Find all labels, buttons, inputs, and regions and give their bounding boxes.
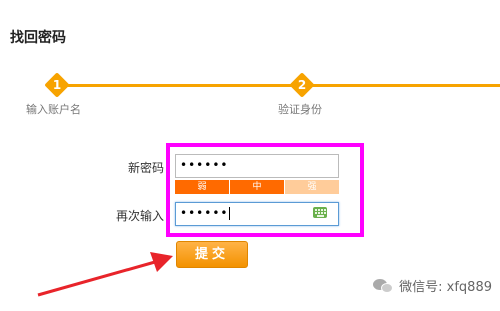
confirm-password-label: 再次输入 — [116, 209, 165, 223]
step-2-number: 2 — [297, 78, 307, 92]
page-title: 找回密码 — [10, 30, 66, 46]
progress-line — [57, 84, 500, 87]
strength-weak: 弱 — [175, 180, 230, 194]
keyboard-icon[interactable] — [313, 207, 327, 218]
watermark-text: 微信号: xfq889 — [399, 280, 492, 295]
step-1-number: 1 — [52, 78, 62, 92]
step-1-marker: 1 — [44, 72, 70, 98]
step-2-marker: 2 — [289, 72, 315, 98]
password-strength-meter: 弱 中 强 — [175, 180, 339, 194]
confirm-password-value: •••••• — [180, 206, 229, 220]
strength-medium: 中 — [230, 180, 285, 194]
strength-strong: 强 — [285, 180, 339, 194]
new-password-input[interactable]: •••••• — [175, 154, 339, 178]
submit-button[interactable]: 提交 — [176, 241, 248, 268]
step-1-label: 输入账户名 — [26, 103, 81, 116]
new-password-label: 新密码 — [128, 161, 165, 175]
wechat-icon — [373, 277, 395, 295]
watermark: 微信号: xfq889 — [373, 276, 492, 295]
text-caret — [229, 207, 231, 220]
step-2-label: 验证身份 — [278, 103, 322, 116]
